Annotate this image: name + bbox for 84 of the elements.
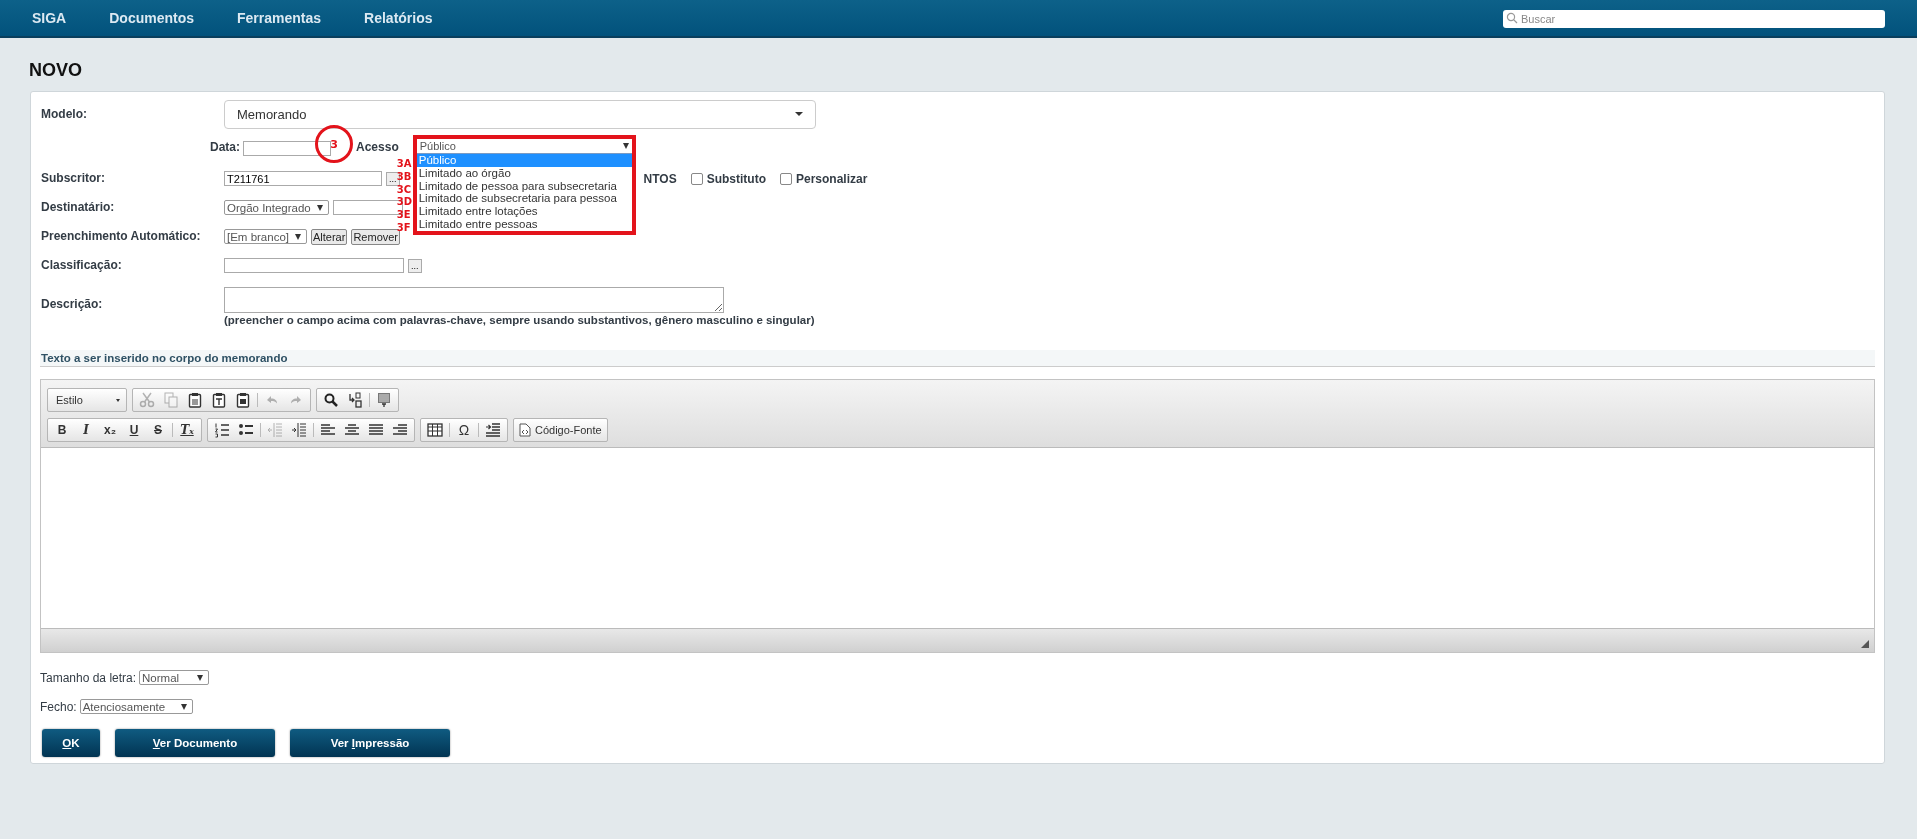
dropdown-option[interactable]: Limitado entre pessoas [416,218,632,231]
date-field[interactable] [243,140,331,156]
field-label: Tamanho da letra: [40,670,137,685]
align-left-icon [320,422,336,438]
checkbox[interactable] [690,172,703,185]
field-label: Data: [210,140,240,154]
checkbox[interactable] [779,172,792,185]
clipboard-icon [211,392,227,408]
caret-icon [295,233,301,240]
caret-icon [116,398,120,402]
font-size-select[interactable]: Normal [139,670,210,685]
clipboard-icon [187,392,203,408]
search-icon [323,392,339,408]
dropdown-option[interactable]: Limitado de subsecretaria para pessoa [416,192,632,206]
indent-block-icon [485,422,501,438]
annotation-label: 3E [396,209,411,222]
model-select[interactable]: Memorando [224,99,816,129]
scissors-icon [139,392,155,408]
remove-format-button[interactable]: Tₓ [175,419,199,441]
annotation-label: 3 [330,137,338,151]
field-label: Descrição: [40,296,104,313]
justify-icon [368,422,384,438]
strikethrough-button[interactable]: S [146,419,170,441]
field-label: Classificação: [40,257,123,274]
dropdown-option[interactable]: Limitado entre lotações [416,205,632,218]
classification-field[interactable] [224,258,404,273]
underline-button[interactable]: U [122,419,146,441]
access-select[interactable]: Público [416,139,632,154]
annotation-label: 3A [396,158,412,170]
label-text: NTOS [643,171,677,186]
action-button[interactable]: Ver Impressão [290,729,450,757]
outdent-icon [267,422,283,438]
nav-link[interactable]: Relatórios [346,10,451,26]
bullet-list-icon [238,422,254,438]
caret-icon [795,112,803,116]
recipient-type-select[interactable]: Orgão Integrado [224,200,329,215]
copy-icon [163,392,179,408]
search-icon [1506,12,1518,24]
dropdown-option[interactable]: Limitado de pessoa para subsecretaria [416,179,632,193]
closing-select[interactable]: Atenciosamente [79,699,193,714]
align-right-icon [392,422,408,438]
action-button[interactable]: Ver Documento [115,729,275,757]
field-label: Preenchimento Automático: [40,228,202,245]
dropdown-option[interactable]: Limitado ao órgão [416,166,632,180]
field-label: Destinatário: [40,199,116,216]
caret-icon [180,703,187,710]
field-label: Acesso [356,140,399,154]
page-title: NOVO [29,59,83,82]
field-label: Fecho: [40,699,77,714]
search-field[interactable]: Buscar [1503,10,1885,28]
nav-link[interactable]: Ferramentas [219,10,340,26]
form-button[interactable]: Alterar [311,228,348,245]
browse-button[interactable]: ... [408,258,422,273]
align-center-icon [344,422,360,438]
caret-icon [316,204,323,211]
nav-link[interactable]: SIGA [14,10,85,26]
bold-button[interactable]: B [50,419,74,441]
description-field[interactable] [224,287,724,313]
source-code-button[interactable]: Código-Fonte [516,419,605,441]
action-button[interactable]: OK [42,729,100,757]
hint-text: (preencher o campo acima com palavras-chave, sempre usando substantivos, gênero masculino e singular) [224,314,815,326]
checkbox-label: Personalizar [795,171,868,186]
blocks-icon [376,392,392,408]
special-character-button[interactable]: Ω [452,419,476,441]
document-icon [519,423,531,437]
field-label: Modelo: [40,105,88,123]
replace-icon [347,392,363,408]
table-icon [427,422,443,438]
annotation-label: 3D [396,196,412,209]
subscriber-field[interactable]: T211761 [224,171,382,186]
style-dropdown[interactable]: Estilo [47,388,127,412]
resize-grip-icon[interactable] [1861,640,1869,648]
numbered-list-icon [214,422,230,438]
caret-icon [197,674,204,681]
indent-icon [291,422,307,438]
autofill-select[interactable]: [Em branco] [224,229,307,244]
field-label: Subscritor: [40,170,106,187]
subscript-button[interactable]: x₂ [98,419,122,441]
checkbox-label: Substituto [706,171,766,186]
italic-button[interactable]: I [74,419,98,441]
section-heading: Texto a ser inserido no corpo do memorando [40,350,1875,367]
annotation-label: 3C [396,183,411,196]
clipboard-icon [235,392,251,408]
nav-link[interactable]: Documentos [91,10,213,26]
